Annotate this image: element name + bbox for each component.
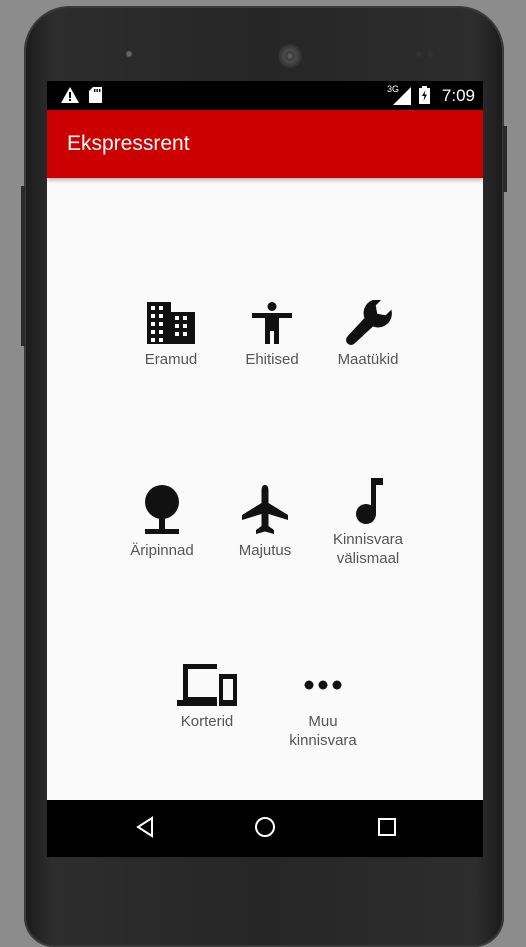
status-bar: 3G 7:09: [47, 81, 483, 110]
category-label: Muu kinnisvara: [289, 713, 357, 749]
side-button: [503, 126, 507, 192]
category-label: Eramud: [144, 351, 198, 368]
back-icon[interactable]: [135, 816, 155, 838]
category-label: Korterid: [180, 713, 234, 730]
side-button: [21, 186, 25, 346]
screen: 3G 7:09 Ekspressrent Eramud Ehitised Maa…: [47, 81, 483, 857]
front-camera: [124, 49, 134, 59]
earpiece-speaker: [278, 44, 302, 68]
recents-icon[interactable]: [377, 817, 397, 837]
app-bar: Ekspressrent: [47, 110, 483, 178]
category-aripinnad[interactable]: Äripinnad: [112, 485, 212, 560]
battery-icon: [419, 86, 430, 104]
airplane-icon: [242, 485, 288, 534]
wrench-icon: [346, 300, 392, 345]
proximity-sensor: [416, 52, 421, 57]
category-label: Majutus: [238, 542, 292, 559]
accessibility-person-icon: [252, 302, 292, 344]
more-dots-icon: [304, 680, 342, 690]
category-label: Kinnisvara välismaal: [332, 531, 404, 567]
devices-icon: [177, 664, 237, 706]
category-eramud[interactable]: Eramud: [121, 302, 221, 369]
sd-card-icon: [89, 87, 102, 103]
app-title: Ekspressrent: [67, 132, 190, 155]
category-kinnisvara-valismaal[interactable]: Kinnisvara välismaal: [318, 478, 418, 568]
category-grid: Eramud Ehitised Maatükid Äripinnad Majut…: [47, 178, 483, 800]
category-majutus[interactable]: Majutus: [215, 485, 315, 560]
category-maatukid[interactable]: Maatükid: [318, 300, 418, 369]
category-korterid[interactable]: Korterid: [157, 664, 257, 731]
warning-icon: [61, 87, 79, 103]
category-label: Äripinnad: [130, 542, 194, 559]
building-icon: [147, 302, 195, 344]
light-sensor: [428, 52, 433, 57]
tree-icon: [145, 485, 179, 534]
home-icon[interactable]: [254, 816, 276, 838]
status-time: 7:09: [441, 86, 475, 105]
category-ehitised[interactable]: Ehitised: [222, 302, 322, 369]
category-muu-kinnisvara[interactable]: Muu kinnisvara: [273, 664, 373, 750]
category-label: Maatükid: [337, 351, 399, 368]
music-note-icon: [356, 478, 383, 524]
signal-icon: [393, 87, 411, 105]
navigation-bar: [47, 800, 483, 857]
category-label: Ehitised: [245, 351, 299, 368]
